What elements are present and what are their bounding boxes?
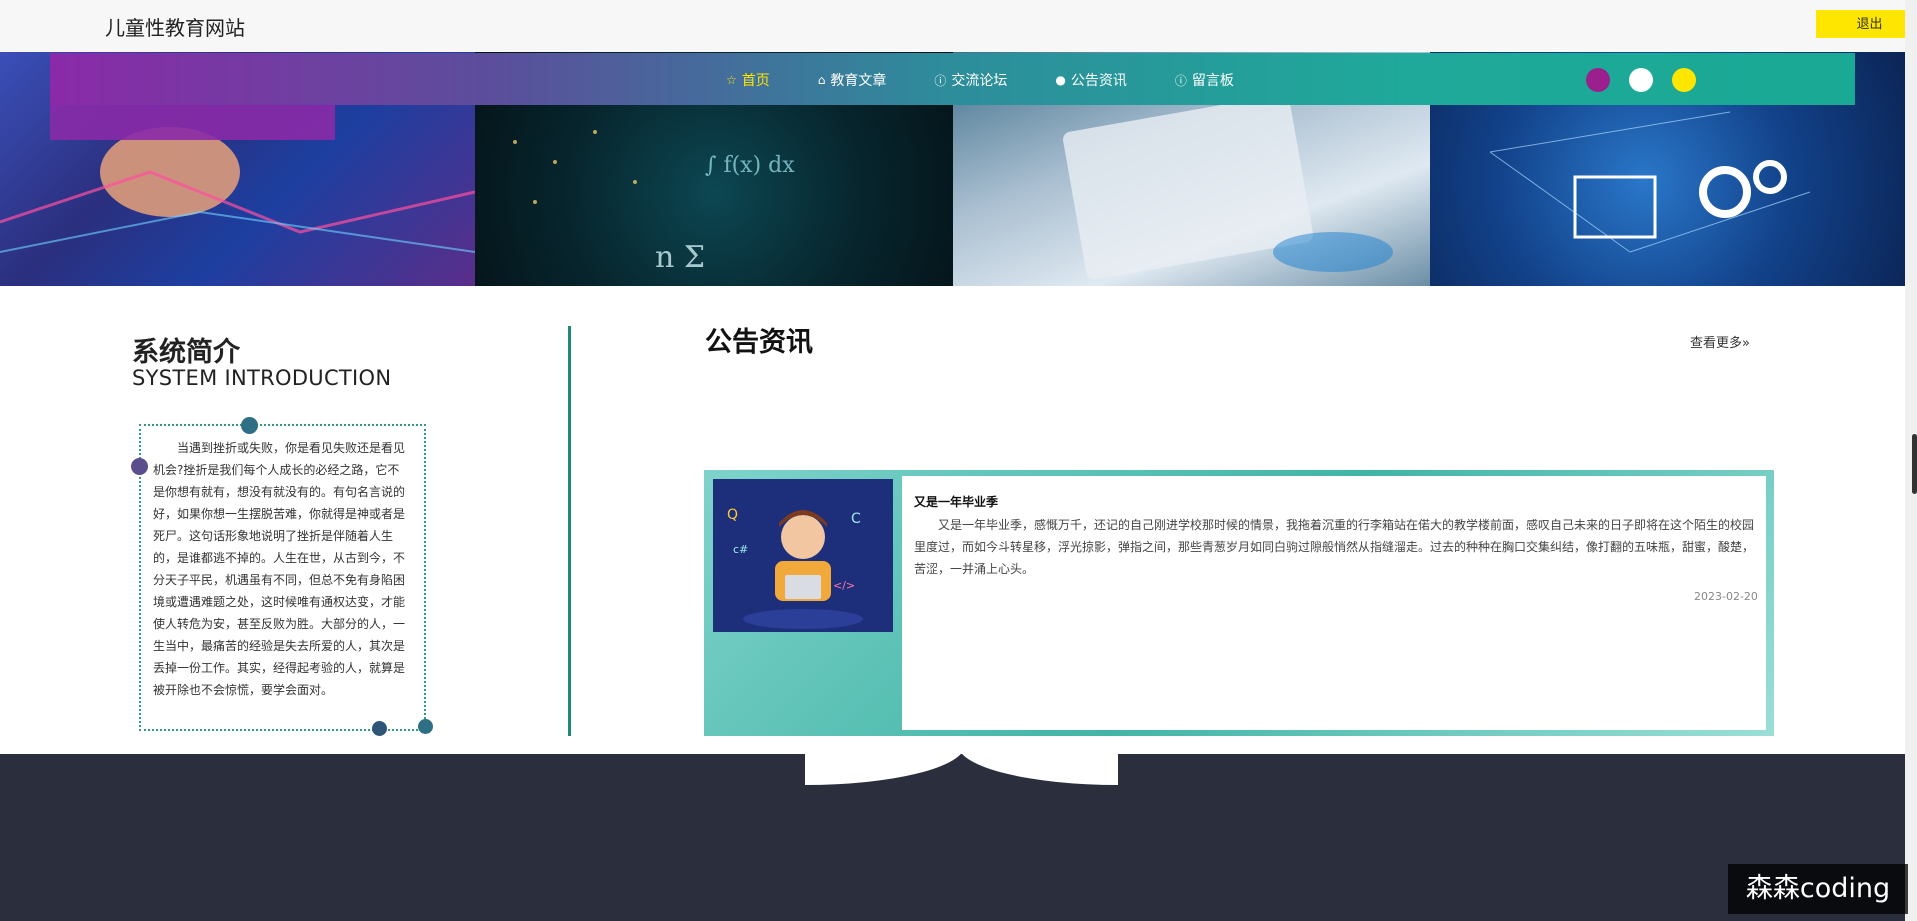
- notices-title: 公告资讯: [705, 327, 813, 358]
- svg-text:c#: c#: [733, 543, 748, 556]
- decor-dot: [418, 719, 433, 734]
- notice-heading[interactable]: 又是一年毕业季: [914, 493, 998, 510]
- site-title: 儿童性教育网站: [105, 16, 245, 40]
- student-laptop-illustration: Q C c# </>: [713, 479, 893, 632]
- nav-label: 公告资讯: [1070, 73, 1127, 89]
- nav-label: 留言板: [1191, 73, 1234, 89]
- svg-text:Q: Q: [727, 507, 738, 523]
- nav-accent-tab: [50, 105, 335, 140]
- notice-body: 又是一年毕业季 又是一年毕业季，感慨万千，还记的自己刚进学校那时候的情景，我拖着…: [902, 476, 1766, 730]
- theme-purple-dot[interactable]: [1586, 68, 1610, 92]
- decor-dot: [241, 417, 258, 434]
- intro-subtitle: SYSTEM INTRODUCTION: [132, 366, 392, 390]
- decor-dot: [372, 721, 387, 736]
- theme-white-dot[interactable]: [1629, 68, 1653, 92]
- nav-item-notices[interactable]: ● 公告资讯: [1055, 70, 1126, 90]
- nav-label: 交流论坛: [951, 73, 1008, 89]
- theme-yellow-dot[interactable]: [1672, 68, 1696, 92]
- svg-text:∫ f(x) dx: ∫ f(x) dx: [705, 153, 795, 178]
- intro-text: 当遇到挫折或失败，你是看见失败还是看见机会?挫折是我们每个人成长的必经之路，它不…: [153, 441, 406, 697]
- svg-text:C: C: [851, 511, 861, 527]
- nav-item-home[interactable]: ☆ 首页: [726, 70, 770, 90]
- nav-item-messages[interactable]: ⓘ 留言板: [1175, 70, 1234, 90]
- intro-title: 系统简介: [132, 337, 240, 368]
- section-divider: [568, 326, 571, 736]
- top-bar: 儿童性教育网站 退出: [0, 0, 1917, 52]
- info-icon: ⓘ: [934, 73, 947, 88]
- notice-date: 2023-02-20: [1694, 590, 1758, 603]
- svg-text:n Σ: n Σ: [655, 240, 705, 275]
- star-icon: ☆: [726, 73, 737, 87]
- nav-item-articles[interactable]: ⌂ 教育文章: [818, 70, 887, 90]
- nav-item-forum[interactable]: ⓘ 交流论坛: [934, 70, 1007, 90]
- notice-thumbnail[interactable]: Q C c# </>: [713, 479, 893, 632]
- nav-label: 教育文章: [830, 73, 887, 89]
- main-nav: ☆ 首页 ⌂ 教育文章 ⓘ 交流论坛 ● 公告资讯 ⓘ 留言板: [50, 53, 1855, 105]
- nav-label: 首页: [741, 73, 770, 89]
- info-icon: ⓘ: [1174, 73, 1187, 88]
- logout-button[interactable]: 退出: [1816, 10, 1917, 38]
- watermark-label: 森森coding: [1728, 864, 1908, 914]
- view-more-link[interactable]: 查看更多»: [1690, 332, 1750, 351]
- home-icon: ⌂: [817, 73, 826, 87]
- notice-card[interactable]: Q C c# </> 又是一年毕业季 又是一年毕业季，感慨万千，还记的自己刚进学…: [704, 470, 1774, 736]
- banner-carousel: ∫ f(x) dx n Σ ☆ 首页 ⌂ 教育文章 ⓘ 交流论坛 ● 公告资讯 …: [0, 52, 1905, 286]
- notice-text: 又是一年毕业季，感慨万千，还记的自己刚进学校那时候的情景，我拖着沉重的行李箱站在…: [914, 518, 1755, 576]
- svg-text:</>: </>: [833, 579, 855, 592]
- decor-dot: [131, 458, 148, 475]
- circle-icon: ●: [1055, 73, 1066, 87]
- scrollbar-thumb[interactable]: [1912, 434, 1917, 494]
- footer: [0, 754, 1905, 921]
